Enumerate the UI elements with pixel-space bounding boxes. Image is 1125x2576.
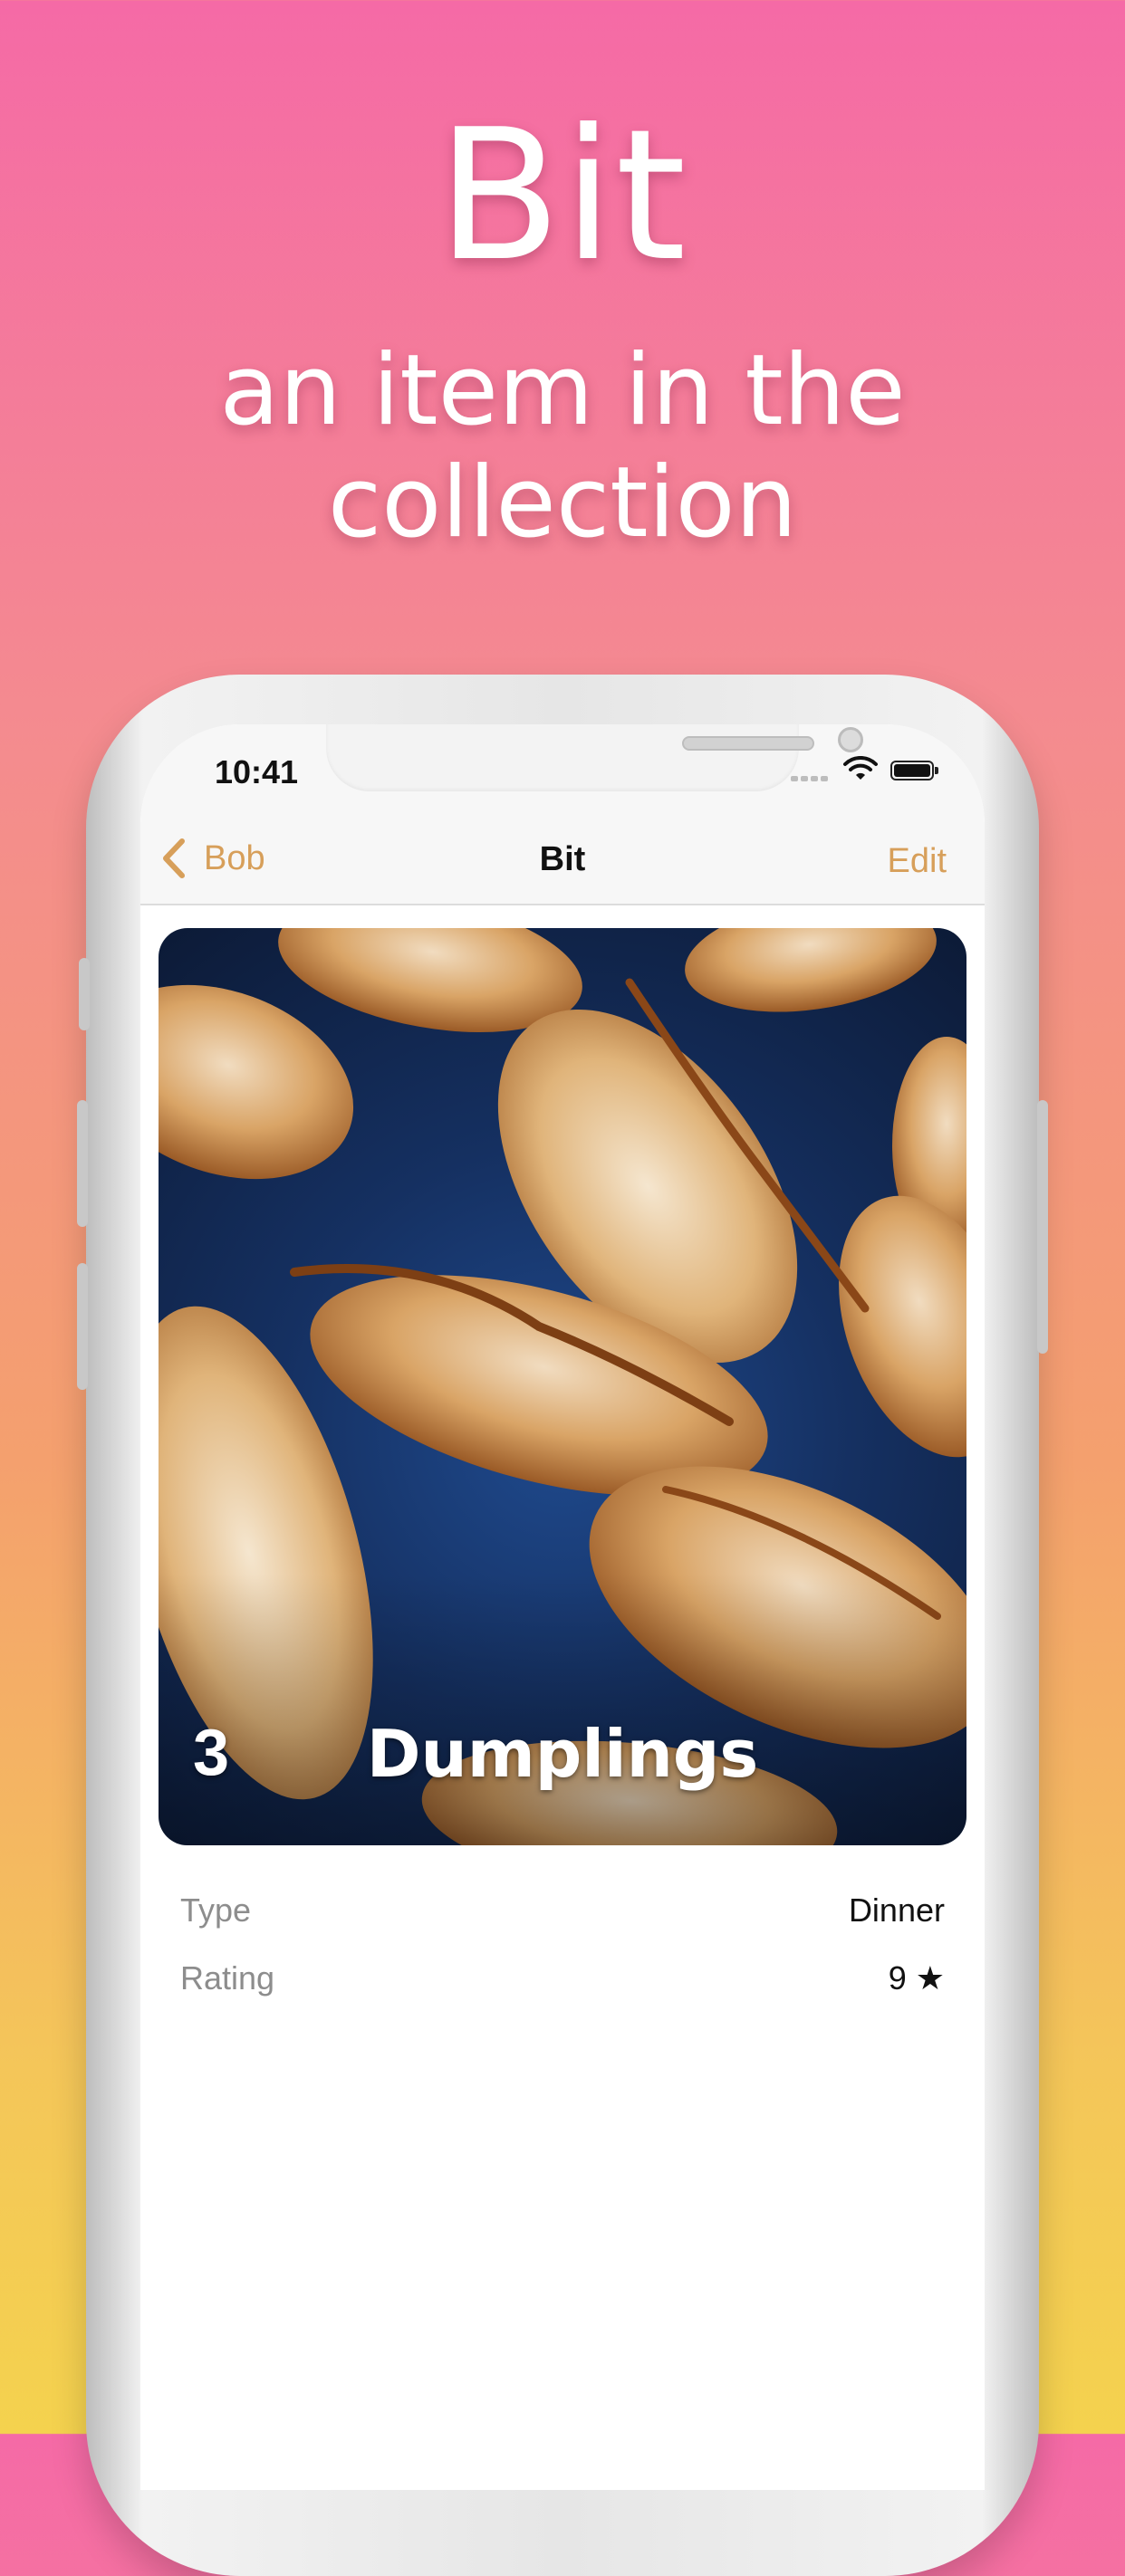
nav-title: Bit [539,840,586,878]
navigation-bar: Bob Bit Edit [140,815,985,905]
detail-row-type: Type Dinner [180,1883,945,1938]
volume-down-button [77,1263,88,1390]
promo-title: Bit [437,91,688,302]
notch [326,724,863,791]
cellular-signal-icon [791,768,831,785]
front-camera [838,727,863,752]
detail-label: Type [180,1891,252,1929]
edit-button[interactable]: Edit [888,842,947,881]
detail-value: 9 ★ [888,1959,945,1997]
detail-label: Rating [180,1959,275,1997]
volume-up-button [77,1100,88,1227]
wifi-icon [843,756,878,780]
item-photo: 3 Dumplings [159,928,966,1845]
battery-icon [890,761,938,780]
photo-shade [159,1574,966,1845]
phone-screen: 10:41 Bob Bit Edit 3 Dumplings Type Dinn… [140,724,985,2490]
detail-row-rating: Rating 9 ★ [180,1951,945,2006]
power-button [1037,1100,1048,1354]
detail-value: Dinner [848,1891,945,1929]
promo-subtitle: an item in the collection [219,334,906,560]
speaker-grille [682,736,814,751]
item-name: Dumplings [366,1716,759,1792]
mute-switch [79,958,90,1030]
status-time: 10:41 [215,753,299,790]
